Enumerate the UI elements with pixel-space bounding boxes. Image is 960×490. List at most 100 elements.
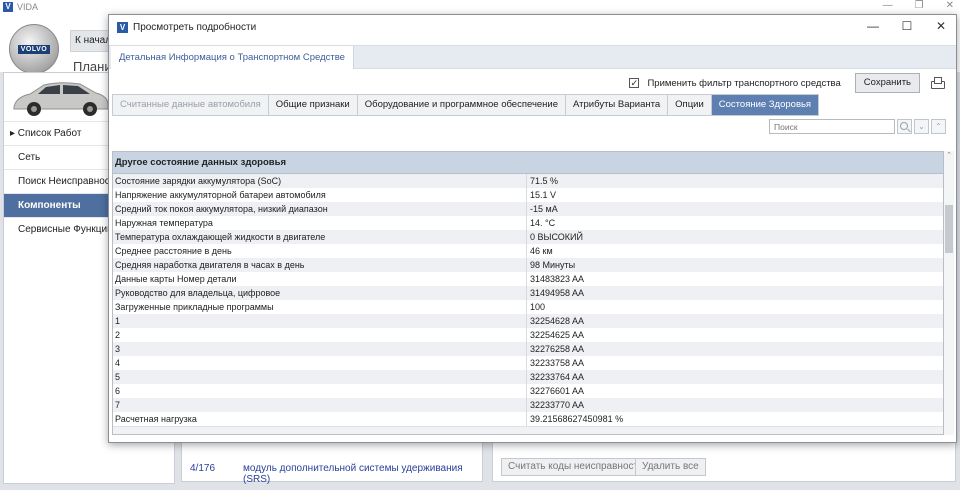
search-next-button[interactable]: ⌄	[914, 119, 929, 134]
print-icon[interactable]	[930, 77, 945, 89]
app-title: VIDA	[17, 2, 39, 12]
dialog-close-button[interactable]: ✕	[934, 19, 948, 33]
parameter-name-cell: 1	[113, 314, 527, 328]
table-row[interactable]: Состояние зарядки аккумулятора (SoC) 71.5…	[113, 174, 943, 188]
table-row[interactable]: Средний ток покоя аккумулятора, низкий д…	[113, 202, 943, 216]
parameter-name-cell: Среднее расстояние в день	[113, 244, 527, 258]
parameter-value-cell: 14. °C	[530, 218, 556, 228]
parameter-name-cell: 3	[113, 342, 527, 356]
parameter-name-cell: Состояние зарядки аккумулятора (SoC)	[113, 174, 527, 188]
tab-hardware-software[interactable]: Оборудование и программное обеспечение	[358, 95, 567, 115]
table-row[interactable]: 4 32233758 AA	[113, 356, 943, 370]
parameter-name-cell: Загруженные прикладные программы	[113, 300, 527, 314]
sidebar-item-service-functions[interactable]: Сервисные Функции	[4, 217, 110, 241]
tab-variant-attributes[interactable]: Атрибуты Варианта	[566, 95, 669, 115]
search-prev-button[interactable]: ⌃	[931, 119, 946, 134]
tab-read-vehicle-data[interactable]: Считанные данные автомобиля	[113, 95, 269, 115]
parameter-name-cell: Средняя наработка двигателя в часах в де…	[113, 258, 527, 272]
dialog-section-band: Детальная Информация о Транспортном Сред…	[109, 45, 956, 69]
sidebar-item-fault-tracing[interactable]: Поиск Неисправностей	[4, 169, 110, 193]
dialog-window-controls: — ☐ ✕	[866, 19, 948, 33]
parameter-name-cell: 2	[113, 328, 527, 342]
parameter-value-cell: 32233770 AA	[530, 400, 585, 410]
table-row[interactable]: 2 32254625 AA	[113, 328, 943, 342]
parameter-value-cell: -15 мА	[530, 204, 558, 214]
app-close-button[interactable]: ✕	[946, 0, 954, 11]
app-restore-button[interactable]: ❐	[915, 0, 924, 11]
tab-vehicle-details[interactable]: Детальная Информация о Транспортном Сред…	[111, 46, 354, 69]
parameter-value-cell: 15.1 V	[530, 190, 557, 200]
table-row[interactable]: Наружная температура 14. °C	[113, 216, 943, 230]
vehicle-filter-checkbox[interactable]: ✓	[629, 78, 640, 88]
parameter-value-cell: 71.5 %	[530, 176, 559, 186]
table-row[interactable]: 5 32233764 AA	[113, 370, 943, 384]
list-item-text: модуль дополнительной системы удерживани…	[243, 463, 463, 485]
parameter-value-cell: 0 ВЫСОКИЙ	[530, 232, 583, 242]
table-row[interactable]: 1 32254628 AA	[113, 314, 943, 328]
dialog-titlebar: V Просмотреть подробности — ☐ ✕	[109, 15, 956, 39]
chevron-down-icon: ⌄	[918, 122, 925, 131]
tab-options[interactable]: Опции	[668, 95, 712, 115]
dialog-logo-icon: V	[117, 21, 128, 33]
app-window-controls: — ❐ ✕	[883, 0, 954, 11]
parameter-value-cell: 32276258 AA	[530, 344, 585, 354]
parameter-value-cell: 31483823 AA	[530, 274, 585, 284]
table-row[interactable]: Руководство для владельца, цифровое 31494…	[113, 286, 943, 300]
table-row[interactable]: 3 32276258 AA	[113, 342, 943, 356]
vertical-scrollbar[interactable]: ⌃	[944, 151, 954, 435]
table-row[interactable]: Загруженные прикладные программы 100	[113, 300, 943, 314]
parameter-name-cell: 5	[113, 370, 527, 384]
scroll-thumb[interactable]	[945, 205, 953, 253]
parameter-value-cell: 32233758 AA	[530, 358, 585, 368]
search-button[interactable]	[897, 119, 912, 134]
horizontal-scrollbar[interactable]	[113, 426, 943, 434]
table-row[interactable]: 7 32233770 AA	[113, 398, 943, 412]
health-data-table: Другое состояние данных здоровья Состоян…	[112, 151, 944, 435]
sidebar-item-work-list[interactable]: ▸ Список Работ	[4, 121, 110, 145]
table-row[interactable]: Среднее расстояние в день 46 км	[113, 244, 943, 258]
parameter-name-cell: 7	[113, 398, 527, 412]
car-image-icon	[13, 82, 109, 116]
app-minimize-button[interactable]: —	[883, 0, 893, 11]
dialog-minimize-button[interactable]: —	[866, 19, 880, 33]
table-row[interactable]: Напряжение аккумуляторной батареи автомо…	[113, 188, 943, 202]
table-row[interactable]: 6 32276601 AA	[113, 384, 943, 398]
parameter-value-cell: 31494958 AA	[530, 288, 585, 298]
delete-all-button[interactable]: Удалить все	[635, 458, 706, 476]
scroll-up-icon[interactable]: ⌃	[945, 151, 953, 161]
table-row[interactable]: Расчетная нагрузка 39.21568627450981 %	[113, 412, 943, 426]
parameter-name-cell: Руководство для владельца, цифровое	[113, 286, 527, 300]
chevron-up-icon: ⌃	[935, 122, 942, 131]
parameter-value-cell: 32254628 AA	[530, 316, 585, 326]
read-fault-codes-button[interactable]: Считать коды неисправности	[501, 458, 651, 476]
parameter-name-cell: Расчетная нагрузка	[113, 412, 527, 426]
search-input[interactable]	[769, 119, 895, 134]
table-row[interactable]: Температура охлаждающей жидкости в двига…	[113, 230, 943, 244]
tab-general-attributes[interactable]: Общие признаки	[269, 95, 358, 115]
app-titlebar: V VIDA — ❐ ✕	[0, 0, 960, 14]
parameter-value-cell: 32276601 AA	[530, 386, 585, 396]
sidebar-item-components[interactable]: Компоненты	[4, 193, 110, 217]
table-group-header: Другое состояние данных здоровья	[113, 152, 943, 174]
parameter-name-cell: Наружная температура	[113, 216, 527, 230]
search-bar: ⌄ ⌃	[769, 119, 946, 134]
details-dialog: V Просмотреть подробности — ☐ ✕ Детальна…	[108, 14, 957, 443]
vehicle-filter-label: Применить фильтр транспортного средства	[647, 77, 841, 89]
sidebar-nav: ▸ Список Работ Сеть Поиск Неисправностей…	[4, 121, 110, 241]
table-row[interactable]: Данные карты Номер детали 31483823 AA	[113, 272, 943, 286]
tab-health-status[interactable]: Состояние Здоровья	[711, 95, 819, 115]
parameter-value-cell: 100	[530, 302, 546, 312]
dialog-maximize-button[interactable]: ☐	[900, 19, 914, 33]
search-icon	[900, 122, 908, 130]
table-row[interactable]: Средняя наработка двигателя в часах в де…	[113, 258, 943, 272]
list-item-code: 4/176	[190, 463, 216, 474]
parameter-name-cell: 6	[113, 384, 527, 398]
table-body: Состояние зарядки аккумулятора (SoC) 71.5…	[113, 174, 943, 426]
parameter-value-cell: 98 Минуты	[530, 260, 576, 270]
volvo-logo-icon: VOLVO	[9, 24, 59, 74]
detail-tabs: Считанные данные автомобиля Общие призна…	[112, 94, 820, 116]
parameter-value-cell: 32233764 AA	[530, 372, 585, 382]
list-item[interactable]: 4/176 модуль дополнительной системы удер…	[190, 463, 482, 485]
sidebar-item-network[interactable]: Сеть	[4, 145, 110, 169]
save-button[interactable]: Сохранить	[854, 73, 920, 93]
